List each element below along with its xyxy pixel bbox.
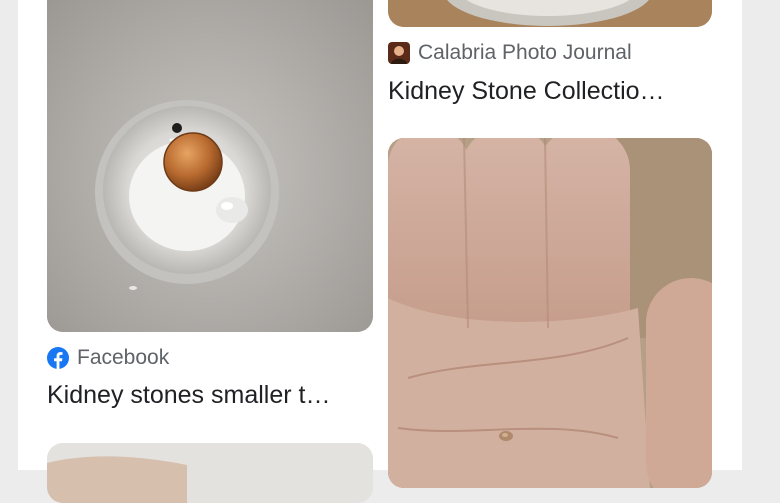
result-image-penny-dish[interactable] [47,0,373,332]
hand-palm-photo [388,138,712,488]
result-image-hand-palm[interactable] [388,138,712,488]
penny-dish-photo [47,0,373,332]
result-source-label: Facebook [77,346,170,369]
result-source-facebook[interactable]: Facebook [47,346,169,370]
kidney-stone-bowl-photo [388,0,712,27]
partial-photo [47,443,373,503]
result-source-label: Calabria Photo Journal [418,41,632,64]
result-title[interactable]: Kidney Stone Collectio… [388,77,665,106]
calabria-photo-journal-favicon [388,42,410,64]
result-source-calabria[interactable]: Calabria Photo Journal [388,41,632,65]
result-image-partial-bottom-left[interactable] [47,443,373,503]
result-image-kidney-stone-bowl[interactable] [388,0,712,27]
result-title[interactable]: Kidney stones smaller t… [47,381,330,410]
facebook-icon [47,347,69,369]
